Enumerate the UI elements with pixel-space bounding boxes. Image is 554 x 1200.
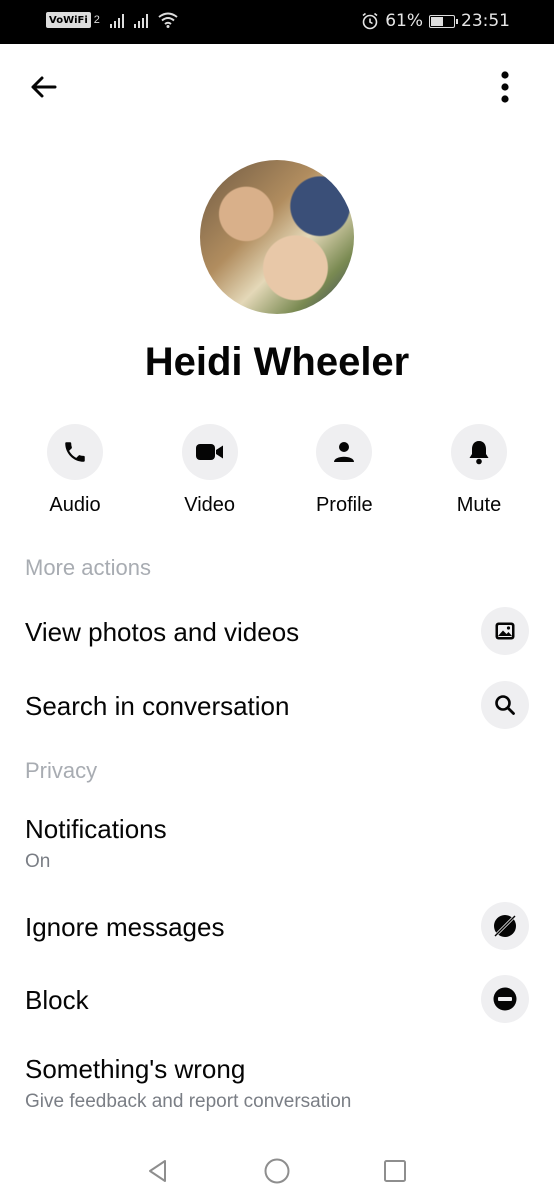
mute-button[interactable]: Mute (421, 424, 537, 517)
signal-icon (133, 12, 148, 28)
video-call-circle[interactable] (181, 424, 238, 480)
search-conversation-label: Search in conversation (25, 691, 290, 721)
view-photos-button[interactable] (481, 607, 529, 655)
top-bar (0, 60, 554, 116)
battery-icon (429, 14, 458, 28)
alarm-icon (362, 12, 378, 30)
battery-fill (431, 16, 443, 26)
video-label: Video (184, 494, 236, 516)
profile-button[interactable]: Profile (286, 424, 402, 517)
something-wrong-row[interactable]: Something's wrong Give feedback and repo… (0, 1040, 554, 1124)
vowifi-badge: VoWiFi (46, 12, 91, 28)
phone-icon (65, 442, 85, 462)
person-icon (334, 442, 355, 462)
notifications-status: On (25, 851, 51, 872)
back-button[interactable] (21, 65, 65, 109)
quick-actions: Audio Video Profile Mute (46, 424, 508, 517)
ignore-messages-row[interactable]: Ignore messages (0, 893, 554, 963)
recents-square-icon (384, 1160, 406, 1182)
something-wrong-label: Something's wrong (25, 1054, 246, 1084)
profile-circle[interactable] (316, 424, 373, 480)
clock: 23:51 (461, 11, 510, 31)
block-icon (493, 987, 517, 1011)
ignore-messages-button[interactable] (481, 902, 529, 950)
search-icon (495, 695, 515, 715)
view-photos-row[interactable]: View photos and videos (0, 598, 554, 668)
section-header-privacy: Privacy (25, 758, 98, 783)
status-bar: VoWiFi 2 61% 23:51 (0, 0, 554, 44)
audio-call-button[interactable]: Audio (17, 424, 133, 517)
system-nav-bar (0, 1140, 554, 1200)
signal-icon (109, 12, 124, 28)
home-circle-icon (264, 1158, 290, 1184)
block-row[interactable]: Block (0, 966, 554, 1036)
block-label: Block (25, 985, 89, 1015)
view-photos-label: View photos and videos (25, 617, 300, 647)
battery-percent: 61% (385, 11, 423, 31)
more-vertical-icon (501, 71, 509, 103)
bell-icon (469, 441, 489, 465)
audio-label: Audio (49, 494, 101, 516)
audio-call-circle[interactable] (47, 424, 103, 480)
more-options-button[interactable] (483, 65, 527, 109)
avatar[interactable] (200, 160, 354, 314)
block-button[interactable] (481, 975, 529, 1023)
mute-label: Mute (456, 494, 502, 516)
video-camera-icon (195, 444, 223, 460)
wifi-icon (158, 12, 178, 28)
nav-home-button[interactable] (262, 1156, 292, 1186)
profile-label: Profile (315, 494, 373, 516)
something-wrong-description: Give feedback and report conversation (25, 1091, 352, 1112)
contact-name: Heidi Wheeler (144, 340, 410, 384)
search-conversation-button[interactable] (481, 681, 529, 729)
image-icon (495, 622, 515, 640)
back-triangle-icon (149, 1160, 166, 1182)
ignore-messages-label: Ignore messages (25, 912, 225, 942)
notifications-label: Notifications (25, 814, 167, 844)
video-call-button[interactable]: Video (152, 424, 268, 517)
notifications-row[interactable]: Notifications On (0, 800, 554, 884)
section-header-more-actions: More actions (25, 555, 151, 580)
nav-back-button[interactable] (143, 1156, 173, 1186)
search-conversation-row[interactable]: Search in conversation (0, 672, 554, 742)
arrow-left-icon (31, 76, 57, 98)
nav-recents-button[interactable] (380, 1156, 410, 1186)
mute-circle[interactable] (450, 424, 507, 480)
ignore-icon (494, 915, 516, 937)
vowifi-sim-number: 2 (93, 14, 100, 26)
